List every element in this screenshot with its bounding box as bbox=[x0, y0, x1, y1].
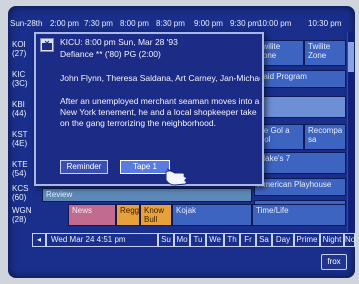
day-button[interactable]: Fr bbox=[240, 233, 256, 247]
popup-description: After an unemployed merchant seaman move… bbox=[60, 96, 260, 128]
frox-logo: frox bbox=[321, 254, 347, 270]
daypart-button[interactable]: Day bbox=[272, 233, 294, 247]
pointer-hand-icon bbox=[163, 166, 191, 190]
current-datetime: Wed Mar 24 4:51 pm bbox=[46, 233, 158, 247]
listing-cell[interactable]: American Playhouse bbox=[254, 178, 346, 196]
popup-line2: Defiance ** ('80) PG (2:00) bbox=[60, 49, 161, 59]
program-info-popup: KICU: 8:00 pm Sun, Mar 28 '93 Defiance *… bbox=[34, 32, 264, 186]
listing-cell[interactable]: Blake's 7 bbox=[254, 152, 346, 174]
scroll-thumb[interactable] bbox=[348, 42, 354, 72]
time-header: Sun-28th 2:00 pm 7:30 pm 8:00 pm 8:30 pm… bbox=[8, 18, 355, 32]
listing-cell[interactable] bbox=[254, 96, 346, 118]
day-button[interactable]: Su bbox=[158, 233, 174, 247]
scrollbar[interactable] bbox=[347, 32, 354, 232]
tv-icon bbox=[40, 38, 54, 52]
day-button[interactable]: We bbox=[206, 233, 224, 247]
time-0: 2:00 pm bbox=[50, 19, 79, 28]
listing-cell[interactable]: Time/Life bbox=[252, 204, 346, 226]
time-1: 7:30 pm bbox=[84, 19, 113, 28]
time-4: 9:00 pm bbox=[194, 19, 223, 28]
listing-cell[interactable]: Know Bull bbox=[140, 204, 172, 226]
day-button[interactable]: Sa bbox=[256, 233, 272, 247]
tv-screen: Sun-28th 2:00 pm 7:30 pm 8:00 pm 8:30 pm… bbox=[8, 6, 355, 278]
date-label: Sun-28th bbox=[10, 19, 43, 28]
daypart-button[interactable]: Now bbox=[344, 233, 355, 247]
listing-cell[interactable]: Recompa sa bbox=[304, 124, 346, 150]
listing-cell[interactable]: Twilite Zone bbox=[304, 40, 346, 66]
time-3: 8:30 pm bbox=[156, 19, 185, 28]
channel-label: KCS (60) bbox=[12, 184, 29, 202]
listing-cell[interactable]: Reggie bbox=[116, 204, 140, 226]
popup-line1: KICU: 8:00 pm Sun, Mar 28 '93 bbox=[60, 37, 178, 47]
daypart-button[interactable]: Night bbox=[320, 233, 344, 247]
reminder-button[interactable]: Reminder bbox=[60, 160, 108, 174]
listing-cell[interactable]: Review bbox=[42, 188, 252, 202]
day-button[interactable]: Mo bbox=[174, 233, 190, 247]
listing-cell[interactable]: Kojak bbox=[172, 204, 252, 226]
listing-cell[interactable]: Paid Program bbox=[254, 70, 346, 88]
time-6: 10:00 pm bbox=[258, 19, 292, 28]
time-2: 8:00 pm bbox=[120, 19, 149, 28]
daypart-button[interactable]: Prime bbox=[294, 233, 320, 247]
day-button[interactable]: Th bbox=[224, 233, 240, 247]
time-7: 10:30 pm bbox=[308, 19, 342, 28]
channel-label: WGN (28) bbox=[12, 206, 32, 224]
time-5: 9:30 pm bbox=[230, 19, 259, 28]
popup-cast: John Flynn, Theresa Saldana, Art Carney,… bbox=[60, 73, 260, 83]
scroll-left-button[interactable]: ◂ bbox=[32, 233, 46, 247]
listing-cell[interactable]: News bbox=[68, 204, 116, 226]
day-button[interactable]: Tu bbox=[190, 233, 206, 247]
